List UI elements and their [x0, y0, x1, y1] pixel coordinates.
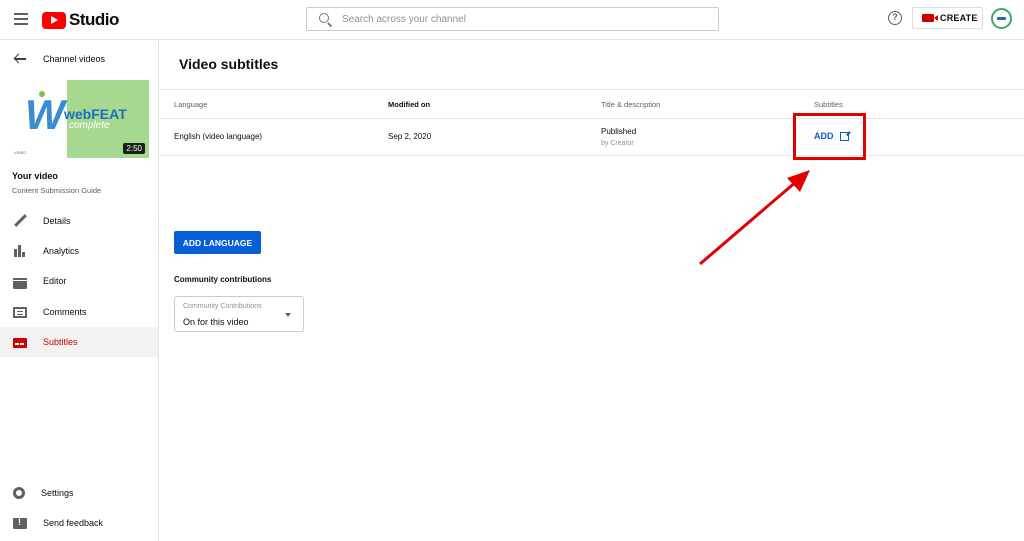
sidebar-item-label: Send feedback [43, 518, 104, 528]
help-icon[interactable]: ? [888, 11, 902, 25]
page-title: Video subtitles [179, 56, 279, 72]
logo-mark: W [25, 91, 65, 138]
sidebar-item-label: Subtitles [43, 337, 78, 347]
sidebar-item-analytics[interactable]: Analytics [0, 236, 158, 266]
header-title-description: Title & description [601, 100, 661, 109]
create-label: CREATE [940, 13, 978, 23]
sidebar-item-comments[interactable]: Comments [0, 297, 158, 327]
video-camera-icon [922, 14, 938, 22]
video-thumbnail[interactable]: W webFEAT complete VIDEO 2:50 [11, 80, 149, 158]
sidebar-item-label: Settings [41, 488, 74, 498]
table-row: English (video language) Sep 2, 2020 Pub… [160, 119, 1024, 156]
comments-icon [13, 306, 27, 318]
select-label: Community Contributions [183, 303, 262, 310]
modified-cell: Sep 2, 2020 [388, 132, 432, 141]
sidebar-item-details[interactable]: Details [0, 206, 158, 236]
video-title: Content Submission Guide [12, 186, 102, 195]
sidebar-item-label: Editor [43, 276, 67, 286]
sidebar-item-editor[interactable]: Editor [0, 266, 158, 296]
title-by: by Creator [601, 140, 634, 147]
duration-badge: 2:50 [123, 143, 145, 154]
pencil-icon [13, 214, 27, 228]
annotation-arrow-line [699, 179, 798, 266]
language-cell: English (video language) [174, 132, 263, 141]
back-to-channel-videos[interactable]: Channel videos [14, 53, 105, 65]
top-bar: Studio ? CREATE [0, 0, 1024, 40]
add-language-button[interactable]: ADD LANGUAGE [174, 231, 261, 254]
logo-text: Studio [69, 10, 119, 29]
thumbnail-brand-complete: complete [69, 120, 110, 131]
sidebar: Channel videos W webFEAT complete VIDEO … [0, 41, 159, 541]
community-contributions-select[interactable]: Community Contributions On for this vide… [174, 296, 304, 332]
header-modified-on[interactable]: Modified on [388, 100, 430, 109]
search-icon [319, 13, 329, 23]
sidebar-item-settings[interactable]: Settings [0, 478, 158, 508]
sidebar-item-send-feedback[interactable]: Send feedback [0, 508, 158, 538]
youtube-play-icon [42, 11, 66, 29]
hamburger-menu-icon[interactable] [14, 13, 28, 25]
sidebar-item-label: Analytics [43, 246, 80, 256]
editor-icon [13, 277, 27, 289]
header-subtitles: Subtitles [814, 100, 843, 109]
sidebar-item-subtitles[interactable]: Subtitles [0, 327, 158, 357]
annotation-highlight-box [793, 113, 866, 160]
subtitles-table: Language Modified on Title & description… [160, 89, 1024, 156]
annotation-arrow-head [787, 170, 810, 192]
create-button[interactable]: CREATE [912, 7, 983, 29]
select-value: On for this video [183, 317, 249, 327]
sidebar-item-label: Details [43, 216, 71, 226]
sidebar-item-label: Comments [43, 307, 87, 317]
gear-icon [13, 487, 25, 499]
community-contributions-heading: Community contributions [174, 275, 272, 284]
avatar[interactable] [991, 8, 1012, 29]
thumbnail-small-text: VIDEO [14, 150, 27, 155]
dropdown-arrow-icon [285, 313, 291, 317]
back-label: Channel videos [43, 54, 106, 64]
title-status: Published [601, 127, 637, 136]
search-box[interactable] [306, 7, 719, 31]
header-language: Language [174, 100, 208, 109]
subtitles-icon [13, 338, 27, 348]
table-header: Language Modified on Title & description… [160, 89, 1024, 119]
studio-logo[interactable]: Studio [42, 10, 119, 30]
feedback-icon [13, 517, 27, 529]
your-video-label: Your video [12, 171, 58, 181]
back-arrow-icon [14, 53, 26, 65]
search-input[interactable] [342, 11, 702, 27]
analytics-icon [13, 244, 27, 258]
